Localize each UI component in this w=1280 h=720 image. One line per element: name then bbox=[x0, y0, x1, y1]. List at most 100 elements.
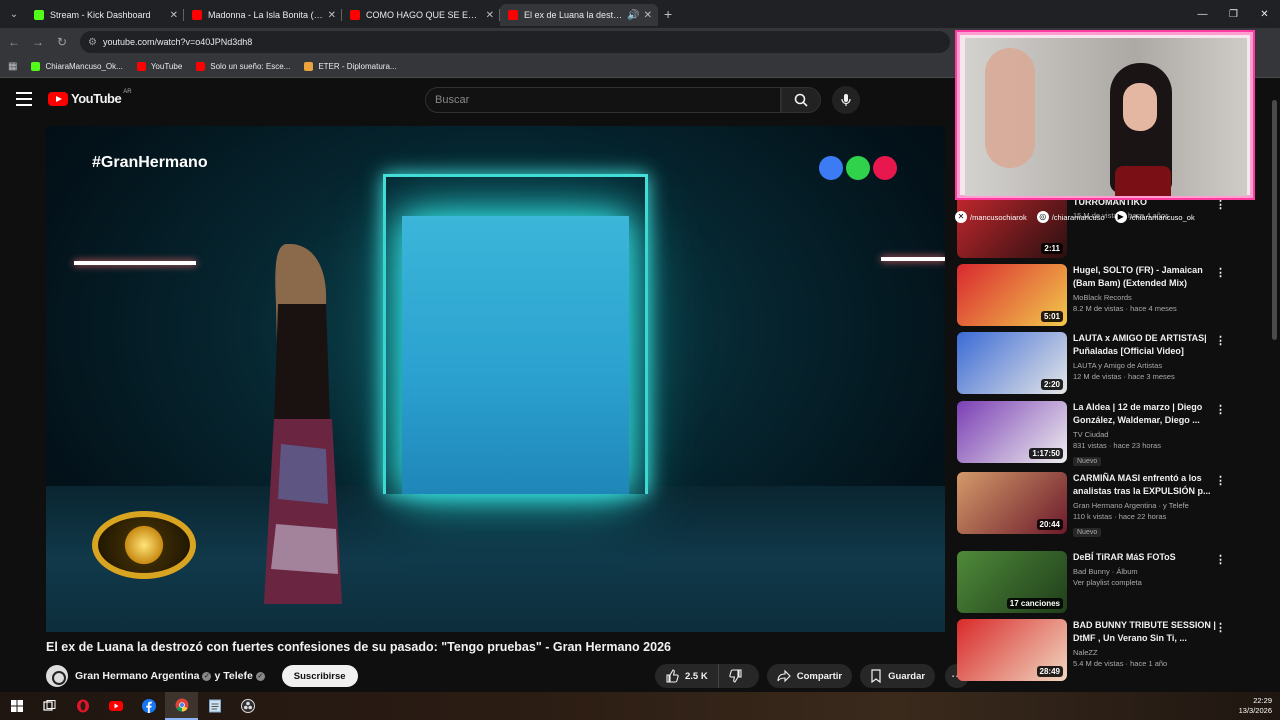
recommended-video[interactable]: 5:01 Hugel, SOLTO (FR) - Jamaican (Bam Ba… bbox=[957, 264, 1257, 330]
channel-avatar[interactable] bbox=[46, 665, 68, 687]
save-label: Guardar bbox=[888, 670, 926, 682]
video-channel[interactable]: NaleZZ bbox=[1073, 648, 1219, 657]
taskbar-facebook[interactable] bbox=[132, 692, 165, 720]
tab-title: El ex de Luana la destrozó c bbox=[524, 10, 623, 20]
search-input[interactable]: Buscar bbox=[425, 87, 781, 113]
more-options-icon[interactable]: ⋮ bbox=[1215, 553, 1226, 566]
logo-dot bbox=[819, 156, 843, 180]
video-channel[interactable]: LAUTA y Amigo de Artistas bbox=[1073, 361, 1219, 370]
taskbar-youtube[interactable] bbox=[99, 692, 132, 720]
video-title[interactable]: DeBÍ TiRAR MáS FOToS bbox=[1073, 551, 1219, 564]
channel-joiner[interactable]: y Telefe bbox=[214, 670, 252, 682]
tab-title: Madonna - La Isla Bonita (millih bbox=[208, 10, 324, 20]
video-thumbnail[interactable]: 28:49 bbox=[957, 619, 1067, 681]
video-title[interactable]: Hugel, SOLTO (FR) - Jamaican (Bam Bam) (… bbox=[1073, 264, 1219, 290]
bookmark-label: YouTube bbox=[150, 62, 183, 71]
video-player[interactable]: #GranHermano bbox=[46, 126, 945, 632]
recommended-video[interactable]: 2:20 LAUTA x AMIGO DE ARTISTAS| Puñaladas… bbox=[957, 332, 1257, 398]
recommended-video[interactable]: 17 canciones DeBÍ TiRAR MáS FOToS Bad Bunn… bbox=[957, 551, 1257, 617]
back-button[interactable]: ← bbox=[2, 35, 26, 49]
task-view-button[interactable] bbox=[33, 692, 66, 720]
taskbar: 22:29 13/3/2026 bbox=[0, 692, 1280, 720]
portal-door bbox=[402, 216, 629, 494]
forward-button[interactable]: → bbox=[26, 35, 50, 49]
page-scrollbar[interactable] bbox=[1271, 90, 1278, 690]
video-channel[interactable]: Bad Bunny · Álbum bbox=[1073, 567, 1219, 576]
scrollbar-thumb[interactable] bbox=[1272, 100, 1277, 340]
subscribe-button[interactable]: Suscribirse bbox=[281, 665, 358, 687]
youtube-app-icon bbox=[108, 701, 123, 711]
taskbar-obs[interactable] bbox=[231, 692, 264, 720]
bookmark-item[interactable]: ETER - Diplomatura... bbox=[304, 62, 397, 71]
channel-name[interactable]: Gran Hermano Argentina bbox=[75, 670, 199, 682]
site-info-icon[interactable]: ⚙ bbox=[88, 37, 97, 48]
voice-search-button[interactable] bbox=[832, 86, 860, 114]
webcam-shirt bbox=[1115, 166, 1171, 196]
youtube-logo[interactable]: YouTube AR bbox=[48, 88, 132, 106]
video-thumbnail[interactable]: 1:17:50 bbox=[957, 401, 1067, 463]
country-code: AR bbox=[123, 88, 132, 95]
video-thumbnail[interactable]: 2:20 bbox=[957, 332, 1067, 394]
browser-tab[interactable]: El ex de Luana la destrozó c 🔊 ✕ bbox=[500, 4, 658, 26]
more-options-icon[interactable]: ⋮ bbox=[1215, 266, 1226, 279]
new-tab-button[interactable]: + bbox=[664, 6, 672, 22]
video-title[interactable]: LAUTA x AMIGO DE ARTISTAS| Puñaladas [Of… bbox=[1073, 332, 1219, 358]
tab-audio-icon[interactable]: 🔊 bbox=[627, 10, 639, 21]
search-button[interactable] bbox=[781, 87, 821, 113]
recommended-video[interactable]: 20:44 CARMIÑA MASI enfrentó a los analist… bbox=[957, 472, 1257, 538]
bookmark-item[interactable]: Solo un sueño: Esce... bbox=[196, 62, 290, 71]
more-options-icon[interactable]: ⋮ bbox=[1215, 474, 1226, 487]
video-thumbnail[interactable]: 5:01 bbox=[957, 264, 1067, 326]
start-button[interactable] bbox=[0, 692, 33, 720]
video-title[interactable]: CARMIÑA MASI enfrentó a los analistas tr… bbox=[1073, 472, 1219, 498]
video-actions: 2.5 K Compartir Guardar ⋯ bbox=[655, 664, 970, 688]
tab-favicon-icon bbox=[192, 10, 202, 20]
video-thumbnail[interactable]: 2:11 bbox=[957, 196, 1067, 258]
more-options-icon[interactable]: ⋮ bbox=[1215, 621, 1226, 634]
tab-close-icon[interactable]: ✕ bbox=[644, 10, 652, 21]
browser-tab[interactable]: Madonna - La Isla Bonita (millih ✕ bbox=[184, 4, 342, 26]
notepad-icon bbox=[208, 699, 221, 713]
like-button[interactable]: 2.5 K bbox=[655, 664, 719, 688]
minimize-button[interactable]: — bbox=[1187, 9, 1218, 20]
share-button[interactable]: Compartir bbox=[766, 664, 853, 688]
bookmark-item[interactable]: ChiaraMancuso_Ok... bbox=[31, 62, 123, 71]
video-channel[interactable]: TV Ciudad bbox=[1073, 430, 1219, 439]
restore-button[interactable]: ❐ bbox=[1218, 9, 1249, 20]
recommended-video[interactable]: 1:17:50 La Aldea | 12 de marzo | Diego Go… bbox=[957, 401, 1257, 467]
video-title[interactable]: BAD BUNNY TRIBUTE SESSION | DtMF , Un Ve… bbox=[1073, 619, 1219, 645]
browser-tab[interactable]: COMO HAGO QUE SE ESCUCHE ✕ bbox=[342, 4, 500, 26]
video-thumbnail[interactable]: 20:44 bbox=[957, 472, 1067, 534]
save-button[interactable]: Guardar bbox=[860, 664, 936, 688]
bookmark-favicon-icon bbox=[304, 62, 314, 71]
recommended-video[interactable]: 2:11TURROMANTIKO15 M de vistas · hace 4 … bbox=[957, 196, 1257, 262]
menu-icon[interactable] bbox=[16, 92, 32, 106]
close-window-button[interactable]: ✕ bbox=[1249, 9, 1280, 20]
taskbar-opera[interactable] bbox=[66, 692, 99, 720]
tab-close-icon[interactable]: ✕ bbox=[328, 10, 336, 21]
tab-close-icon[interactable]: ✕ bbox=[486, 10, 494, 21]
tab-close-icon[interactable]: ✕ bbox=[170, 10, 178, 21]
recommended-video[interactable]: 28:49 BAD BUNNY TRIBUTE SESSION | DtMF , … bbox=[957, 619, 1257, 685]
tab-favicon-icon bbox=[508, 10, 518, 20]
apps-icon[interactable]: ▦ bbox=[8, 61, 17, 72]
dislike-button[interactable] bbox=[719, 664, 759, 688]
video-channel[interactable]: Gran Hermano Argentina · y Telefe bbox=[1073, 501, 1219, 510]
address-bar[interactable]: ⚙ youtube.com/watch?v=o40JPNd3dh8 bbox=[80, 31, 950, 53]
reload-button[interactable]: ↻ bbox=[50, 35, 74, 49]
contestant-figure bbox=[264, 244, 342, 604]
windows-icon bbox=[10, 700, 23, 712]
taskbar-chrome[interactable] bbox=[165, 692, 198, 720]
browser-tab[interactable]: Stream - Kick Dashboard ✕ bbox=[26, 4, 184, 26]
more-options-icon[interactable]: ⋮ bbox=[1215, 403, 1226, 416]
video-views: 831 vistas · hace 23 horas bbox=[1073, 441, 1161, 450]
video-channel[interactable]: MoBlack Records bbox=[1073, 293, 1219, 302]
tab-search-button[interactable]: ⌄ bbox=[2, 2, 26, 26]
verified-icon: ✓ bbox=[255, 671, 265, 681]
bookmark-item[interactable]: YouTube bbox=[136, 62, 183, 71]
video-thumbnail[interactable]: 17 canciones bbox=[957, 551, 1067, 613]
taskbar-notepad[interactable] bbox=[198, 692, 231, 720]
system-clock[interactable]: 22:29 13/3/2026 bbox=[1239, 696, 1272, 716]
video-title[interactable]: La Aldea | 12 de marzo | Diego González,… bbox=[1073, 401, 1219, 427]
more-options-icon[interactable]: ⋮ bbox=[1215, 334, 1226, 347]
